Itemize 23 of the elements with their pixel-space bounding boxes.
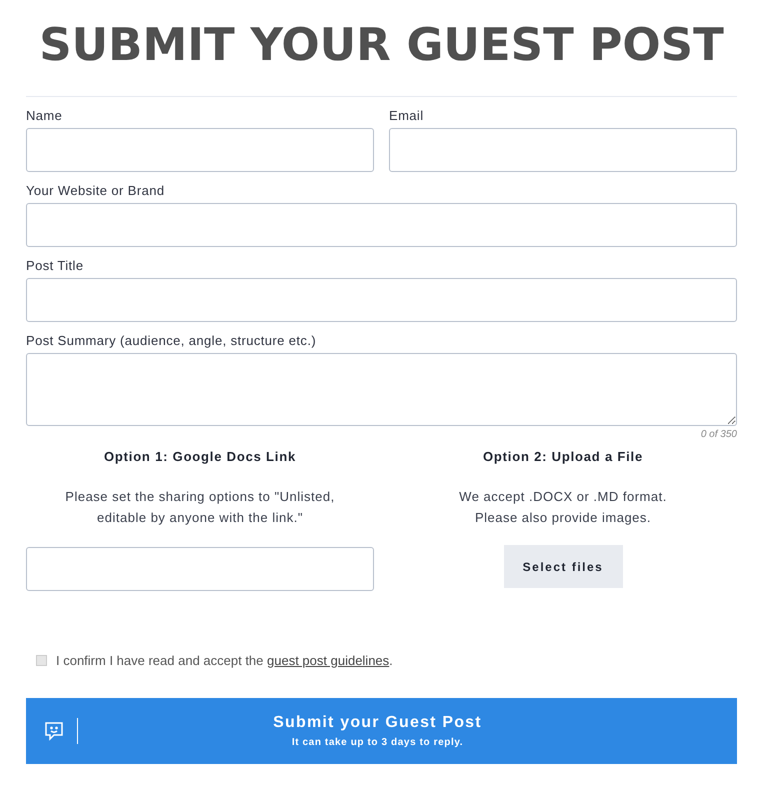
page-title: SUBMIT YOUR GUEST POST bbox=[38, 17, 725, 73]
input-field[interactable] bbox=[26, 278, 737, 322]
guidelines-link[interactable]: guest post guidelines bbox=[267, 652, 390, 668]
option-heading: Option 1: Google Docs Link bbox=[104, 449, 296, 464]
submit-button[interactable]: Submit your Guest Post It can take up to 3 days to reply. bbox=[26, 698, 737, 764]
field-label: Your Website or Brand bbox=[26, 183, 166, 198]
smiley-chat-icon bbox=[44, 721, 64, 741]
input-field[interactable] bbox=[26, 547, 374, 591]
character-counter: 0 of 350 bbox=[700, 429, 737, 440]
option-heading: Option 2: Upload a File bbox=[483, 449, 643, 464]
option-description: Please set the sharing options to "Unlisted, editable by anyone with the link." bbox=[65, 488, 335, 527]
input-field[interactable] bbox=[26, 203, 737, 247]
input-field[interactable] bbox=[26, 128, 374, 172]
confirm-text: I confirm I have read and accept the guest post guidelines. bbox=[56, 652, 393, 668]
field-label: Post Summary (audience, angle, structure etc.) bbox=[26, 333, 318, 348]
text-area[interactable] bbox=[26, 353, 737, 426]
field-label: Email bbox=[389, 108, 425, 123]
field-label: Post Title bbox=[26, 258, 84, 273]
field-label: Name bbox=[26, 108, 64, 123]
select-files-button[interactable]: Select files bbox=[504, 545, 622, 588]
checkbox[interactable] bbox=[36, 654, 47, 666]
input-field[interactable] bbox=[389, 128, 737, 172]
option-description: We accept .DOCX or .MD format. Please also provide images. bbox=[459, 488, 667, 527]
